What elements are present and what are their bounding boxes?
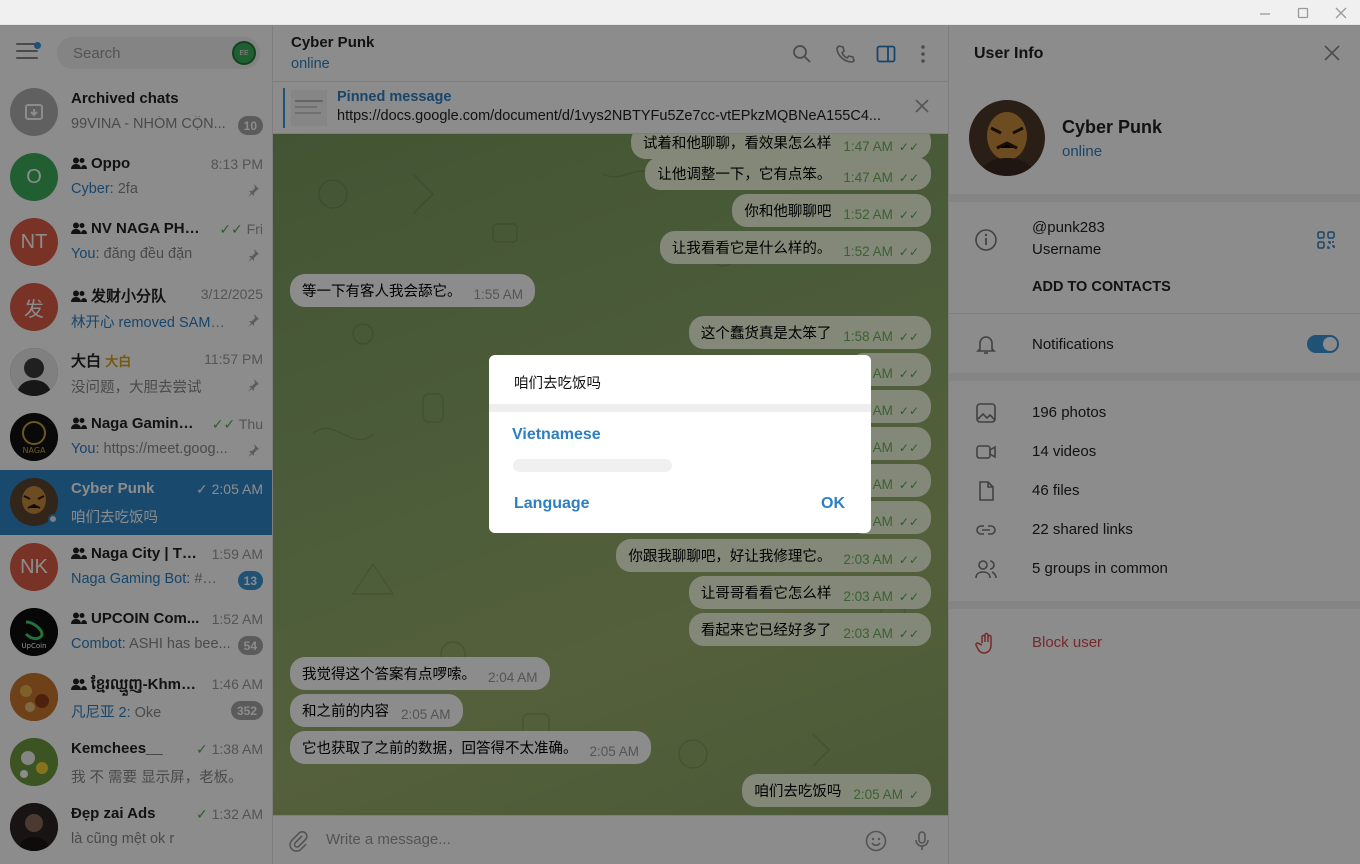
window-titlebar: [0, 0, 1360, 25]
translation-language: Vietnamese: [512, 426, 601, 443]
dialog-divider: [489, 404, 871, 412]
minimize-icon[interactable]: [1246, 0, 1284, 25]
maximize-icon[interactable]: [1284, 0, 1322, 25]
original-text: 咱们去吃饭吗: [514, 376, 601, 392]
ok-button[interactable]: OK: [821, 495, 845, 513]
language-button[interactable]: Language: [514, 495, 590, 513]
translate-dialog: 咱们去吃饭吗 Vietnamese Language OK: [489, 355, 871, 533]
translation-loading-placeholder: [513, 459, 672, 472]
close-window-icon[interactable]: [1322, 0, 1360, 25]
